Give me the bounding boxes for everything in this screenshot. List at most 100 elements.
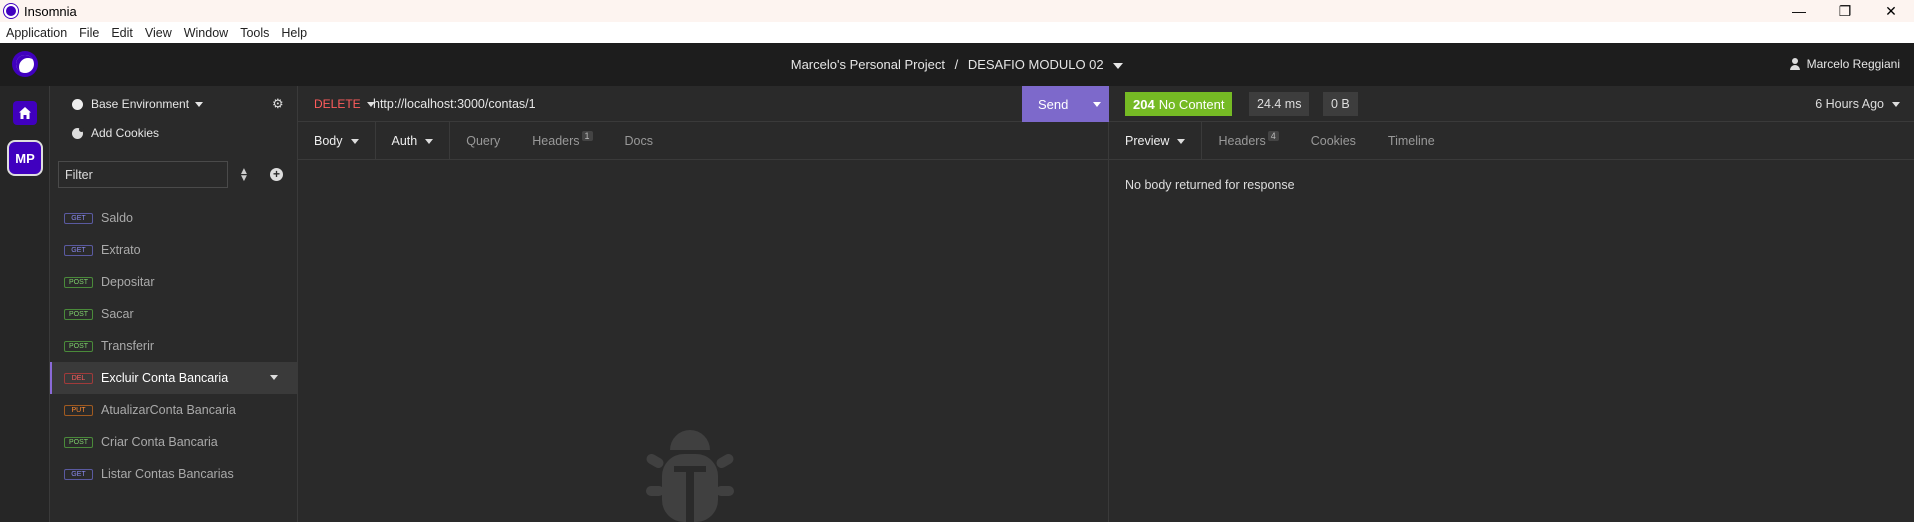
request-item-depositar[interactable]: POST Depositar [50,266,298,298]
restore-icon[interactable]: ❐ [1822,0,1868,22]
chevron-down-icon [1113,62,1124,69]
tab-timeline[interactable]: Timeline [1372,122,1451,160]
response-time: 24.4 ms [1249,92,1310,116]
url-input[interactable]: http://localhost:3000/contas/1 [373,97,536,111]
breadcrumb-separator: / [954,57,959,72]
menu-bar: Application File Edit View Window Tools … [0,22,1914,43]
menu-application[interactable]: Application [0,26,73,40]
gear-icon[interactable]: ⚙ [272,97,285,110]
tab-headers-label: Headers [532,134,580,148]
request-item-listar-contas-bancarias[interactable]: GET Listar Contas Bancarias [50,458,298,490]
request-item-excluir-conta-bancaria[interactable]: DEL Excluir Conta Bancaria [50,362,298,394]
history-dropdown[interactable]: 6 Hours Ago [1815,97,1900,111]
request-name: Excluir Conta Bancaria [101,371,229,385]
method-badge: DEL [64,372,93,384]
chevron-down-icon[interactable] [270,375,278,380]
send-label: Send [1038,96,1069,112]
menu-edit[interactable]: Edit [105,26,139,40]
tab-cookies[interactable]: Cookies [1295,122,1372,160]
response-body-message: No body returned for response [1125,178,1295,192]
request-name: Sacar [101,307,134,321]
add-request-icon[interactable]: + [270,168,283,181]
tab-body[interactable]: Body [298,122,376,160]
request-tabs: Body Auth Query Headers 1 Docs [298,122,1109,160]
menu-view[interactable]: View [139,26,178,40]
user-icon [1789,58,1801,70]
close-icon[interactable]: ✕ [1868,0,1914,22]
request-name: Extrato [101,243,141,257]
tab-response-headers-label: Headers [1218,134,1266,148]
request-item-sacar[interactable]: POST Sacar [50,298,298,330]
method-badge: POST [64,436,93,448]
tab-headers[interactable]: Headers 1 [516,122,608,160]
menu-help[interactable]: Help [275,26,313,40]
add-cookies-label: Add Cookies [91,126,160,140]
app-header: Marcelo's Personal Project / DESAFIO MOD… [0,43,1914,86]
method-badge: GET [64,244,93,256]
user-account[interactable]: Marcelo Reggiani [1789,57,1900,71]
history-label: 6 Hours Ago [1815,97,1884,111]
cookie-icon [72,126,84,139]
send-button[interactable]: Send [1022,86,1109,122]
tab-timeline-label: Timeline [1387,134,1435,148]
tab-query[interactable]: Query [450,122,516,160]
chevron-down-icon [195,101,204,107]
method-badge: POST [64,340,93,352]
response-tabs: Preview Headers 4 Cookies Timeline [1109,122,1914,160]
status-code: 204 [1133,96,1155,112]
window-title: Insomnia [24,3,77,19]
chevron-down-icon [1177,138,1186,144]
home-button[interactable] [13,101,37,125]
tab-query-label: Query [466,134,501,148]
chevron-down-icon[interactable] [1093,102,1101,107]
method-label: DELETE [314,97,361,111]
method-badge: POST [64,308,93,320]
bug-icon [646,430,734,522]
collection-name: DESAFIO MODULO 02 [967,57,1104,72]
request-name: Saldo [101,211,133,225]
response-bar: 204 No Content 24.4 ms 0 B 6 Hours Ago [1109,86,1914,122]
chevron-down-icon [350,138,359,144]
menu-window[interactable]: Window [178,26,234,40]
add-cookies-button[interactable]: Add Cookies [72,126,159,140]
chevron-down-icon [1892,101,1900,107]
request-name: AtualizarConta Bancaria [101,403,236,417]
method-select[interactable]: DELETE [314,97,375,111]
minimize-icon[interactable]: — [1776,0,1822,22]
environment-selector[interactable]: Base Environment [72,97,204,111]
request-item-atualizar-conta-bancaria[interactable]: PUT AtualizarConta Bancaria [50,394,298,426]
tab-docs-label: Docs [624,134,654,148]
project-name: Marcelo's Personal Project [790,57,945,72]
window-controls: — ❐ ✕ [1776,0,1914,22]
status-badge: 204 No Content [1125,92,1233,116]
tab-docs[interactable]: Docs [609,122,669,160]
request-list: GET Saldo GET Extrato POST Depositar POS… [50,202,298,490]
request-name: Criar Conta Bancaria [101,435,218,449]
method-badge: PUT [64,404,93,416]
environment-dot-icon [72,98,83,110]
tab-response-headers[interactable]: Headers 4 [1202,122,1294,160]
workspace-avatar[interactable]: MP [7,140,43,176]
tab-preview[interactable]: Preview [1109,122,1203,160]
insomnia-logo-icon [4,4,18,18]
request-pane: DELETE http://localhost:3000/contas/1 Se… [298,86,1109,522]
project-breadcrumb[interactable]: Marcelo's Personal Project / DESAFIO MOD… [0,57,1914,72]
filter-input[interactable] [58,161,228,188]
sort-icon[interactable]: ▲ ▼ [239,167,249,184]
chevron-down-icon [425,138,434,144]
request-item-saldo[interactable]: GET Saldo [50,202,298,234]
status-text: No Content [1158,96,1225,112]
menu-file[interactable]: File [73,26,105,40]
tab-auth[interactable]: Auth [376,122,451,160]
request-item-transferir[interactable]: POST Transferir [50,330,298,362]
menu-tools[interactable]: Tools [234,26,275,40]
response-headers-count-badge: 4 [1267,131,1279,141]
method-badge: GET [64,212,93,224]
tab-cookies-label: Cookies [1310,134,1356,148]
request-item-criar-conta-bancaria[interactable]: POST Criar Conta Bancaria [50,426,298,458]
tab-auth-label: Auth [391,134,418,148]
request-item-extrato[interactable]: GET Extrato [50,234,298,266]
request-name: Depositar [101,275,155,289]
method-badge: POST [64,276,93,288]
home-icon [19,107,31,119]
